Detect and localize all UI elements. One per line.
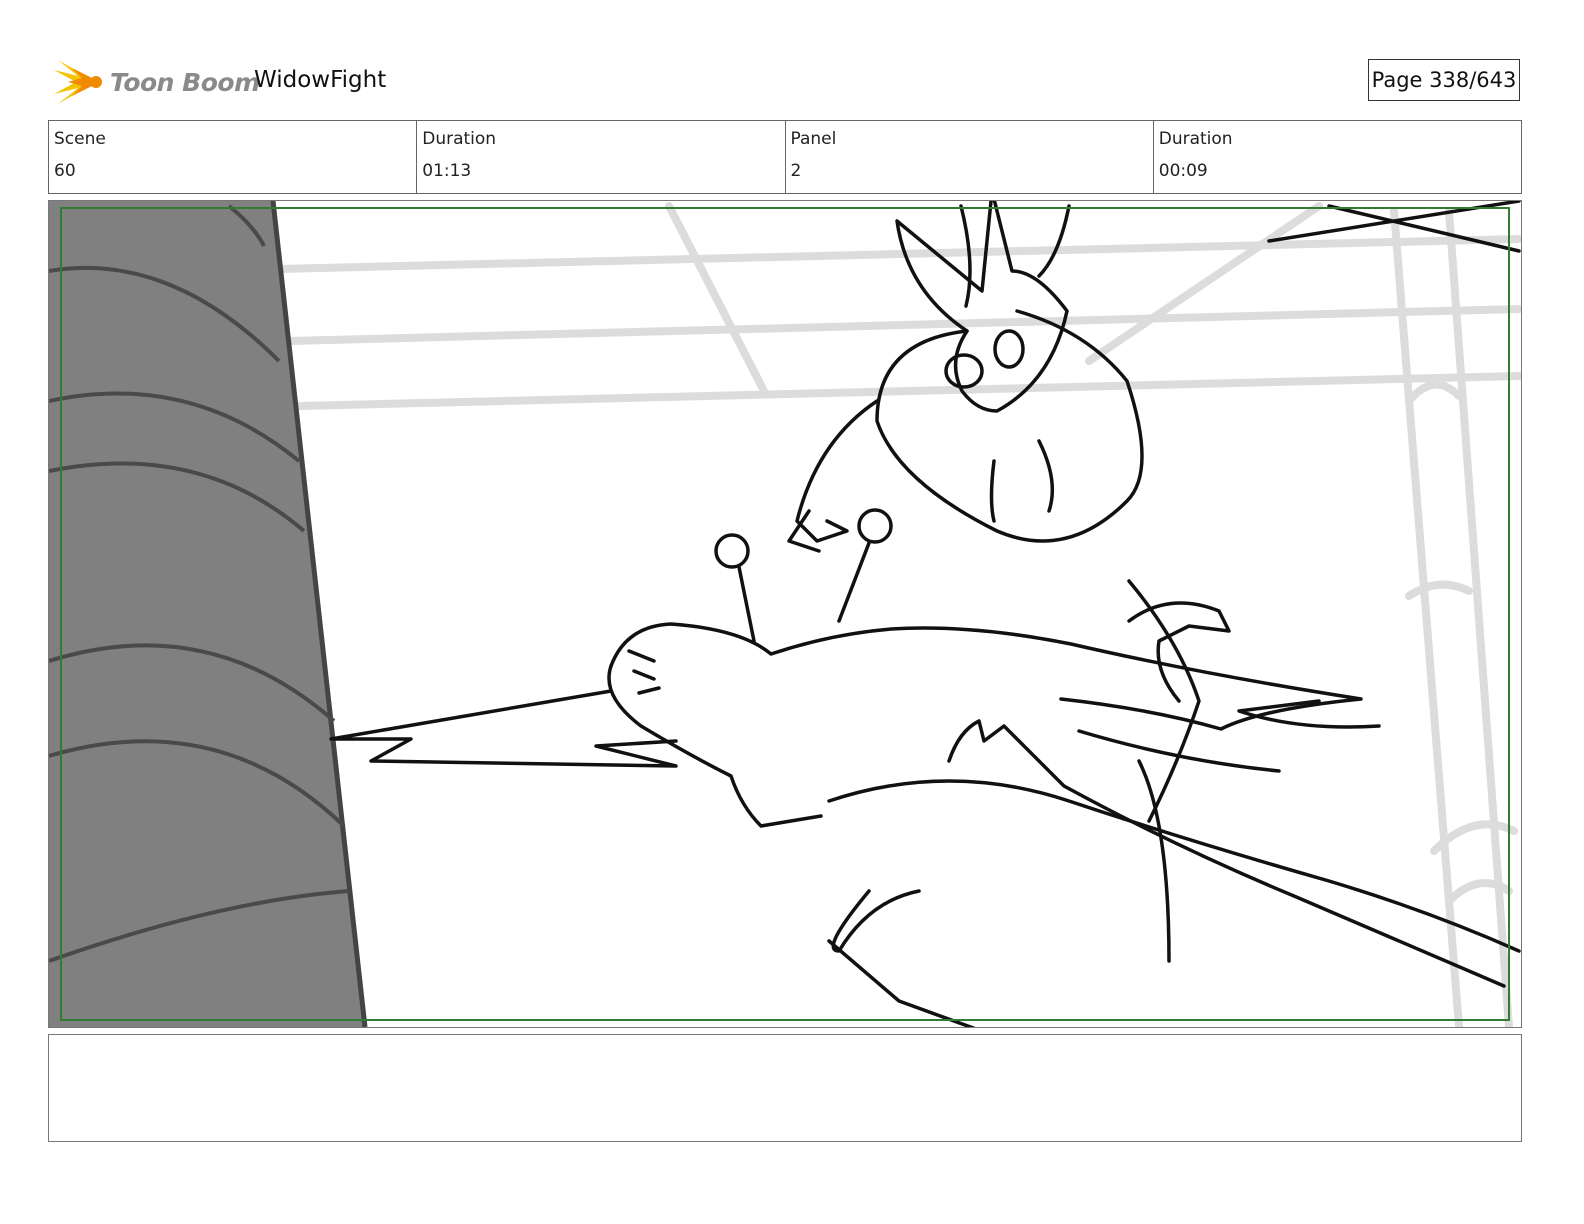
tree-pillar — [49, 201, 368, 1027]
scene-info-table: Scene 60 Duration 01:13 Panel 2 Duration… — [48, 120, 1522, 194]
scene-duration-label: Duration — [422, 129, 497, 149]
background-grid — [275, 202, 1521, 1027]
panel-drawing — [49, 201, 1521, 1027]
storyboard-panel — [48, 200, 1522, 1028]
page-indicator: Page 338/643 — [1368, 59, 1520, 101]
panel-duration-cell: Duration 00:09 — [1154, 121, 1521, 193]
logo-text: Toon Boom — [110, 68, 260, 97]
panel-value: 2 — [790, 161, 802, 181]
panel-duration-value: 00:09 — [1158, 161, 1208, 181]
page-header: Toon Boom WidowFight Page 338/643 — [48, 52, 1538, 112]
scene-duration-cell: Duration 01:13 — [417, 121, 786, 193]
scene-value: 60 — [54, 161, 76, 181]
panel-cell: Panel 2 — [786, 121, 1154, 193]
scene-cell: Scene 60 — [49, 121, 418, 193]
toon-boom-logo: Toon Boom — [52, 56, 260, 108]
toon-boom-starburst-icon — [54, 60, 102, 104]
project-title: WidowFight — [254, 67, 387, 93]
panel-duration-label: Duration — [1158, 129, 1233, 149]
scene-label: Scene — [54, 129, 106, 149]
panel-label: Panel — [790, 129, 837, 149]
scene-duration-value: 01:13 — [422, 161, 472, 181]
panel-notes-box — [48, 1034, 1522, 1142]
